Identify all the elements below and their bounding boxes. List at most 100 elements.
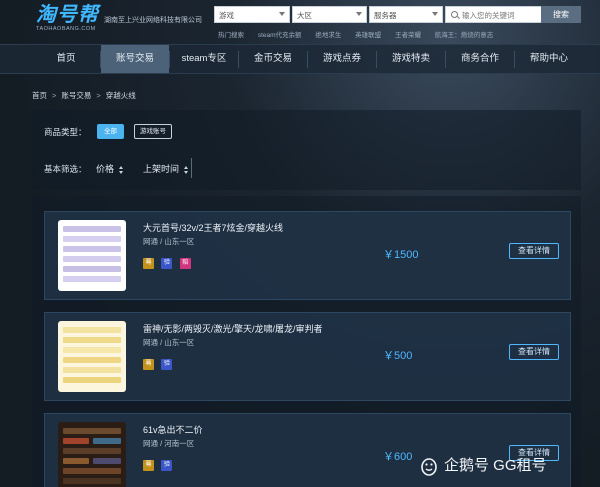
listing-badges: 蓦 验 (143, 352, 175, 370)
type-account-tag[interactable]: 游戏账号 (134, 124, 172, 139)
nav-item-game-points[interactable]: 游戏点券 (308, 45, 376, 73)
breadcrumb-home[interactable]: 首页 (32, 91, 47, 100)
thumb-decor (63, 337, 121, 343)
chevron-down-icon (279, 12, 285, 16)
thumb-decor (63, 226, 121, 232)
listing-badges: 蓦 验 (143, 453, 175, 471)
badge-verified: 验 (161, 258, 173, 269)
hot-link[interactable]: 航海王：燃烧的意志 (435, 32, 494, 39)
listing-price: ￥1500 (383, 249, 419, 261)
listing-card[interactable]: 雷神/无影/两毁灭/激光/擎天/龙啸/屠龙/审判者 网通 / 山东一区 蓦 验 … (44, 312, 571, 401)
thumb-decor (63, 367, 121, 373)
search-placeholder: 输入您的关键词 (462, 11, 515, 20)
listing-area: 大元首号/32v/2王者7炫金/穿越火线 网通 / 山东一区 蓦 验 赔 ￥15… (32, 196, 581, 487)
game-select-value: 游戏 (219, 11, 234, 20)
site-logo[interactable]: 淘号帮 TAOHAOBANG.COM (36, 4, 100, 32)
thumb-decor (63, 266, 121, 272)
nav-item-game-sale[interactable]: 游戏特卖 (377, 45, 445, 73)
chevron-right-icon: > (96, 91, 101, 100)
listing-title[interactable]: 大元首号/32v/2王者7炫金/穿越火线 (143, 221, 283, 234)
thumb-decor (63, 357, 121, 363)
site-header: 淘号帮 TAOHAOBANG.COM 湖南至上兴业网络科技有限公司 游戏 大区 … (0, 0, 600, 44)
chevron-down-icon (432, 12, 438, 16)
thumb-decor (63, 246, 121, 252)
search-button[interactable]: 搜索 (541, 6, 581, 23)
listing-thumbnail[interactable] (58, 422, 126, 487)
thumb-decor (63, 377, 121, 383)
basic-filter-label: 基本筛选： (44, 164, 87, 174)
hot-link[interactable]: 绝地求生 (315, 32, 341, 39)
breadcrumb-current: 穿越火线 (105, 91, 136, 100)
thumb-decor (63, 347, 121, 353)
chevron-down-icon (356, 12, 362, 16)
listing-region: 网通 / 山东一区 (143, 237, 195, 246)
server-select-value: 服务器 (374, 11, 397, 20)
nav-item-gold-trade[interactable]: 金币交易 (239, 45, 307, 73)
listing-thumbnail[interactable] (58, 220, 126, 291)
thumb-decor (63, 478, 121, 484)
hot-link[interactable]: steam代充余额 (258, 32, 302, 39)
sort-time[interactable]: 上架时间 (143, 162, 189, 175)
hot-search-links: 热门搜索 steam代充余额 绝地求生 英雄联盟 王者荣耀 航海王：燃烧的意志 (218, 29, 505, 39)
thumb-decor (63, 327, 121, 333)
search-input[interactable]: 输入您的关键词 (445, 6, 556, 23)
thumb-decor (63, 428, 121, 434)
nav-item-business[interactable]: 商务合作 (446, 45, 514, 73)
breadcrumb: 首页 > 账号交易 > 穿越火线 (32, 90, 136, 101)
badge-mu: 蓦 (143, 359, 154, 370)
nav-item-home[interactable]: 首页 (32, 45, 100, 73)
listing-title[interactable]: 雷神/无影/两毁灭/激光/擎天/龙啸/屠龙/审判者 (143, 322, 323, 335)
thumb-decor (63, 256, 121, 262)
listing-region: 网通 / 河南一区 (143, 439, 195, 448)
thumb-decor (93, 458, 121, 464)
breadcrumb-account-trade[interactable]: 账号交易 (61, 91, 91, 100)
listing-card[interactable]: 61v急出不二价 网通 / 河南一区 蓦 验 ￥600 查看详情 (44, 413, 571, 487)
filter-divider (191, 158, 192, 178)
view-details-button[interactable]: 查看详情 (509, 344, 559, 360)
nav-item-account-trade[interactable]: 账号交易 (101, 45, 169, 73)
logo-text: 淘号帮 (36, 4, 99, 26)
listing-card[interactable]: 大元首号/32v/2王者7炫金/穿越火线 网通 / 山东一区 蓦 验 赔 ￥15… (44, 211, 571, 300)
hot-search-label: 热门搜索 (218, 32, 244, 39)
thumb-decor (63, 276, 121, 282)
sort-icon (184, 165, 189, 174)
listing-thumbnail[interactable] (58, 321, 126, 392)
nav-item-steam[interactable]: steam专区 (170, 45, 238, 73)
view-details-button[interactable]: 查看详情 (509, 243, 559, 259)
badge-mu: 蓦 (143, 258, 154, 269)
type-all-tag[interactable]: 全部 (97, 124, 124, 139)
thumb-decor (63, 458, 89, 464)
sort-price[interactable]: 价格 (96, 162, 124, 175)
region-select-value: 大区 (297, 11, 312, 20)
thumb-decor (63, 438, 89, 444)
listing-region: 网通 / 山东一区 (143, 338, 195, 347)
main-nav: 首页 账号交易 steam专区 金币交易 游戏点券 游戏特卖 商务合作 帮助中心 (0, 44, 600, 74)
listing-price: ￥500 (383, 350, 413, 362)
hot-link[interactable]: 英雄联盟 (355, 32, 381, 39)
badge-mu: 蓦 (143, 460, 154, 471)
listing-title[interactable]: 61v急出不二价 (143, 423, 203, 436)
watermark: 企鹅号 GG租号 (444, 457, 547, 474)
region-select[interactable]: 大区 (292, 6, 367, 23)
thumb-decor (63, 236, 121, 242)
badge-verified: 验 (161, 460, 173, 471)
badge-verified: 验 (161, 359, 173, 370)
type-label: 商品类型： (44, 127, 87, 137)
chevron-right-icon: > (52, 91, 57, 100)
listing-price: ￥600 (383, 451, 413, 463)
company-name: 湖南至上兴业网络科技有限公司 (104, 17, 202, 24)
hot-link[interactable]: 王者荣耀 (395, 32, 421, 39)
game-select[interactable]: 游戏 (214, 6, 290, 23)
logo-domain: TAOHAOBANG.COM (36, 26, 96, 32)
filter-panel: 商品类型： 全部 游戏账号 基本筛选： 价格 上架时间 (32, 110, 581, 190)
nav-item-help[interactable]: 帮助中心 (515, 45, 583, 73)
sort-icon (119, 165, 124, 174)
server-select[interactable]: 服务器 (369, 6, 443, 23)
sort-time-label: 上架时间 (143, 164, 180, 174)
badge-compensation: 赔 (179, 258, 191, 269)
thumb-decor (63, 448, 121, 454)
listing-badges: 蓦 验 赔 (143, 251, 194, 269)
sort-price-label: 价格 (96, 164, 115, 174)
thumb-decor (63, 468, 121, 474)
thumb-decor (93, 438, 121, 444)
